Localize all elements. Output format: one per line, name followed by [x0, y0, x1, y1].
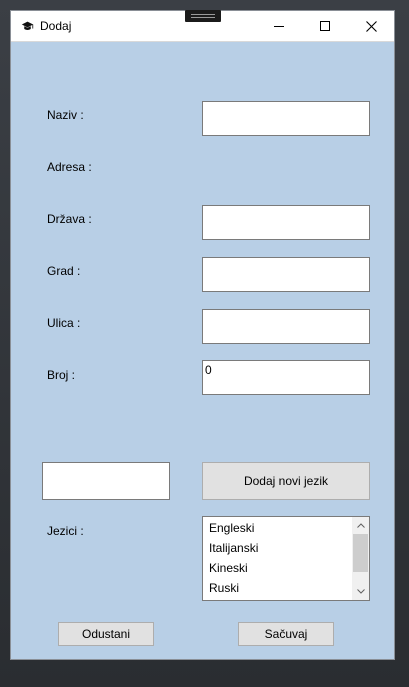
add-language-button[interactable]: Dodaj novi jezik — [202, 462, 370, 500]
list-item[interactable]: Ruski — [209, 581, 239, 595]
minimize-button[interactable] — [256, 11, 302, 41]
close-icon — [365, 20, 377, 32]
chevron-up-icon — [356, 523, 365, 528]
ulica-input[interactable] — [202, 309, 370, 344]
maximize-icon — [320, 21, 330, 31]
save-button[interactable]: Sačuvaj — [238, 622, 334, 646]
window-title: Dodaj — [40, 19, 72, 33]
grip-line — [191, 17, 215, 18]
languages-listbox[interactable]: Engleski Italijanski Kineski Ruski — [202, 516, 370, 601]
close-button[interactable] — [348, 11, 394, 41]
listbox-scrollbar[interactable] — [352, 517, 369, 600]
graduation-cap-icon — [21, 21, 34, 30]
minimize-icon — [274, 26, 284, 27]
list-item[interactable]: Italijanski — [209, 541, 258, 555]
new-language-input[interactable] — [42, 462, 170, 500]
broj-label: Broj : — [47, 368, 76, 382]
grad-input[interactable] — [202, 257, 370, 292]
list-item[interactable]: Engleski — [209, 521, 254, 535]
naziv-label: Naziv : — [47, 108, 84, 122]
drzava-input[interactable] — [202, 205, 370, 240]
drag-grip-handle[interactable] — [185, 10, 221, 22]
naziv-input[interactable] — [202, 101, 370, 136]
cancel-button[interactable]: Odustani — [58, 622, 154, 646]
broj-input[interactable]: 0 — [202, 360, 370, 395]
drzava-label: Država : — [47, 212, 92, 226]
list-item[interactable]: Kineski — [209, 561, 248, 575]
scroll-up-button[interactable] — [352, 517, 369, 534]
jezici-label: Jezici : — [47, 524, 84, 538]
ulica-label: Ulica : — [47, 316, 81, 330]
scroll-down-button[interactable] — [352, 583, 369, 600]
scroll-thumb[interactable] — [353, 534, 368, 572]
maximize-button[interactable] — [302, 11, 348, 41]
chevron-down-icon — [356, 589, 365, 594]
grip-line — [191, 14, 215, 15]
dialog-window: Dodaj Naziv : Adresa : Država : Grad : U… — [10, 10, 395, 660]
adresa-label: Adresa : — [47, 160, 92, 174]
title-bar[interactable]: Dodaj — [11, 10, 394, 42]
grad-label: Grad : — [47, 264, 81, 278]
